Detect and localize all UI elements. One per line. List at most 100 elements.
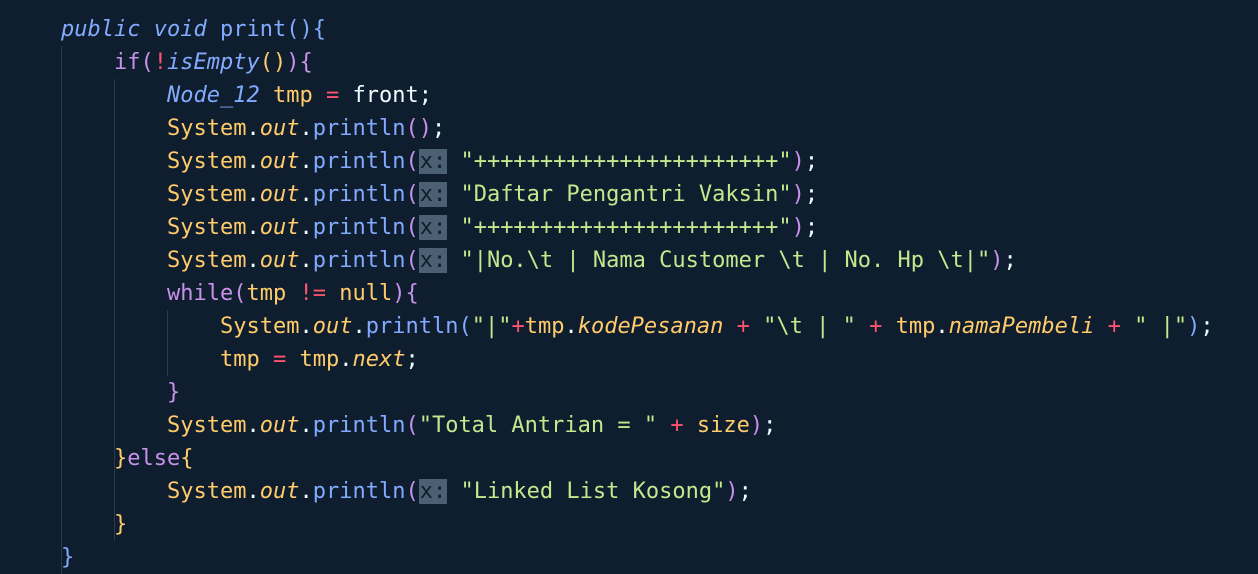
code-line[interactable]: System.out.println("Total Antrian = " + …	[167, 409, 776, 442]
code-token: .	[246, 248, 260, 273]
code-token: .	[299, 215, 313, 240]
code-token: "|No.\t | Nama Customer \t | No. Hp \t|"	[460, 248, 991, 273]
code-token: System	[167, 149, 247, 174]
code-token: System	[167, 248, 247, 273]
code-token: System	[167, 479, 247, 504]
code-token: tmp	[246, 281, 287, 306]
code-token: .	[299, 479, 313, 504]
code-token: }	[167, 380, 181, 405]
code-token: .	[299, 248, 313, 273]
code-token: kodePesanan	[577, 314, 724, 339]
parameter-hint: x:	[418, 479, 448, 504]
code-token: out	[259, 215, 300, 240]
code-token: Node_12	[167, 83, 260, 108]
code-token: "+++++++++++++++++++++++"	[460, 215, 792, 240]
code-token: if	[114, 50, 141, 75]
code-token: }	[114, 512, 128, 537]
code-token: )	[725, 479, 739, 504]
code-token: ()	[259, 50, 287, 75]
code-token: println	[312, 116, 406, 141]
code-token: )	[791, 182, 805, 207]
code-token: "Linked List Kosong"	[460, 479, 726, 504]
code-line[interactable]: Node_12 tmp = front;	[167, 79, 432, 112]
code-line[interactable]: }	[61, 541, 74, 574]
code-token: )	[791, 149, 805, 174]
code-token: System	[167, 215, 247, 240]
code-line[interactable]: while(tmp != null){	[167, 277, 419, 310]
code-token: "Daftar Pengantri Vaksin"	[460, 182, 792, 207]
code-token: )	[1187, 314, 1201, 339]
code-token: ;	[405, 347, 419, 372]
code-token: !	[153, 50, 167, 75]
code-line[interactable]: System.out.println(x: "Linked List Koson…	[167, 475, 752, 508]
code-token: out	[259, 182, 300, 207]
code-token: (	[233, 281, 247, 306]
code-line[interactable]: tmp = tmp.next;	[220, 343, 419, 376]
code-token: println	[312, 182, 406, 207]
code-token: ;	[1003, 248, 1017, 273]
code-line[interactable]: if(!isEmpty()){	[114, 46, 313, 79]
code-line[interactable]: System.out.println();	[167, 112, 445, 145]
indent-guide	[167, 310, 168, 376]
code-line[interactable]: System.out.println(x: "+++++++++++++++++…	[167, 211, 818, 244]
code-line[interactable]: }	[167, 376, 180, 409]
code-token: )	[990, 248, 1004, 273]
code-line[interactable]: public void print(){	[61, 13, 326, 46]
code-token: size	[696, 413, 750, 438]
code-line[interactable]: System.out.println("|"+tmp.kodePesanan +…	[220, 310, 1214, 343]
code-line[interactable]: System.out.println(x: "|No.\t | Nama Cus…	[167, 244, 1017, 277]
code-token: null	[339, 281, 393, 306]
code-token: ()	[286, 17, 313, 42]
code-token: println	[312, 248, 406, 273]
code-token: (	[405, 479, 419, 504]
code-token: .	[935, 314, 949, 339]
code-token: .	[352, 314, 366, 339]
code-token: else	[127, 446, 181, 471]
code-token: (	[405, 149, 419, 174]
code-token: while	[167, 281, 234, 306]
code-token: tmp	[272, 83, 313, 108]
code-token: out	[259, 149, 300, 174]
code-token: System	[167, 413, 247, 438]
code-line[interactable]: }else{	[114, 442, 193, 475]
code-token: =	[325, 83, 340, 108]
code-token: println	[312, 479, 406, 504]
code-token: .	[564, 314, 578, 339]
code-token: System	[167, 182, 247, 207]
code-token: .	[246, 116, 260, 141]
code-editor[interactable]: public void print(){if(!isEmpty()){Node_…	[0, 0, 1258, 574]
code-token: println	[365, 314, 459, 339]
code-line[interactable]: System.out.println(x: "Daftar Pengantri …	[167, 178, 818, 211]
code-token: .	[246, 182, 260, 207]
code-token: out	[312, 314, 353, 339]
code-token: {	[405, 281, 419, 306]
code-line[interactable]: System.out.println(x: "+++++++++++++++++…	[167, 145, 818, 178]
code-token: tmp	[299, 347, 340, 372]
code-token: +	[670, 413, 684, 438]
code-token: +	[869, 314, 883, 339]
code-token: )	[286, 50, 300, 75]
parameter-hint: x:	[418, 149, 448, 174]
code-token: front;	[339, 83, 432, 108]
code-token: .	[339, 347, 353, 372]
code-token: .	[299, 413, 313, 438]
code-token: tmp	[524, 314, 565, 339]
code-line[interactable]: }	[114, 508, 127, 541]
code-token: {	[312, 17, 326, 42]
code-token: ;	[763, 413, 777, 438]
code-token: tmp	[895, 314, 936, 339]
code-token: ;	[804, 215, 819, 240]
code-token: (	[458, 314, 472, 339]
code-token: ()	[405, 116, 432, 141]
code-token: +	[1107, 314, 1121, 339]
